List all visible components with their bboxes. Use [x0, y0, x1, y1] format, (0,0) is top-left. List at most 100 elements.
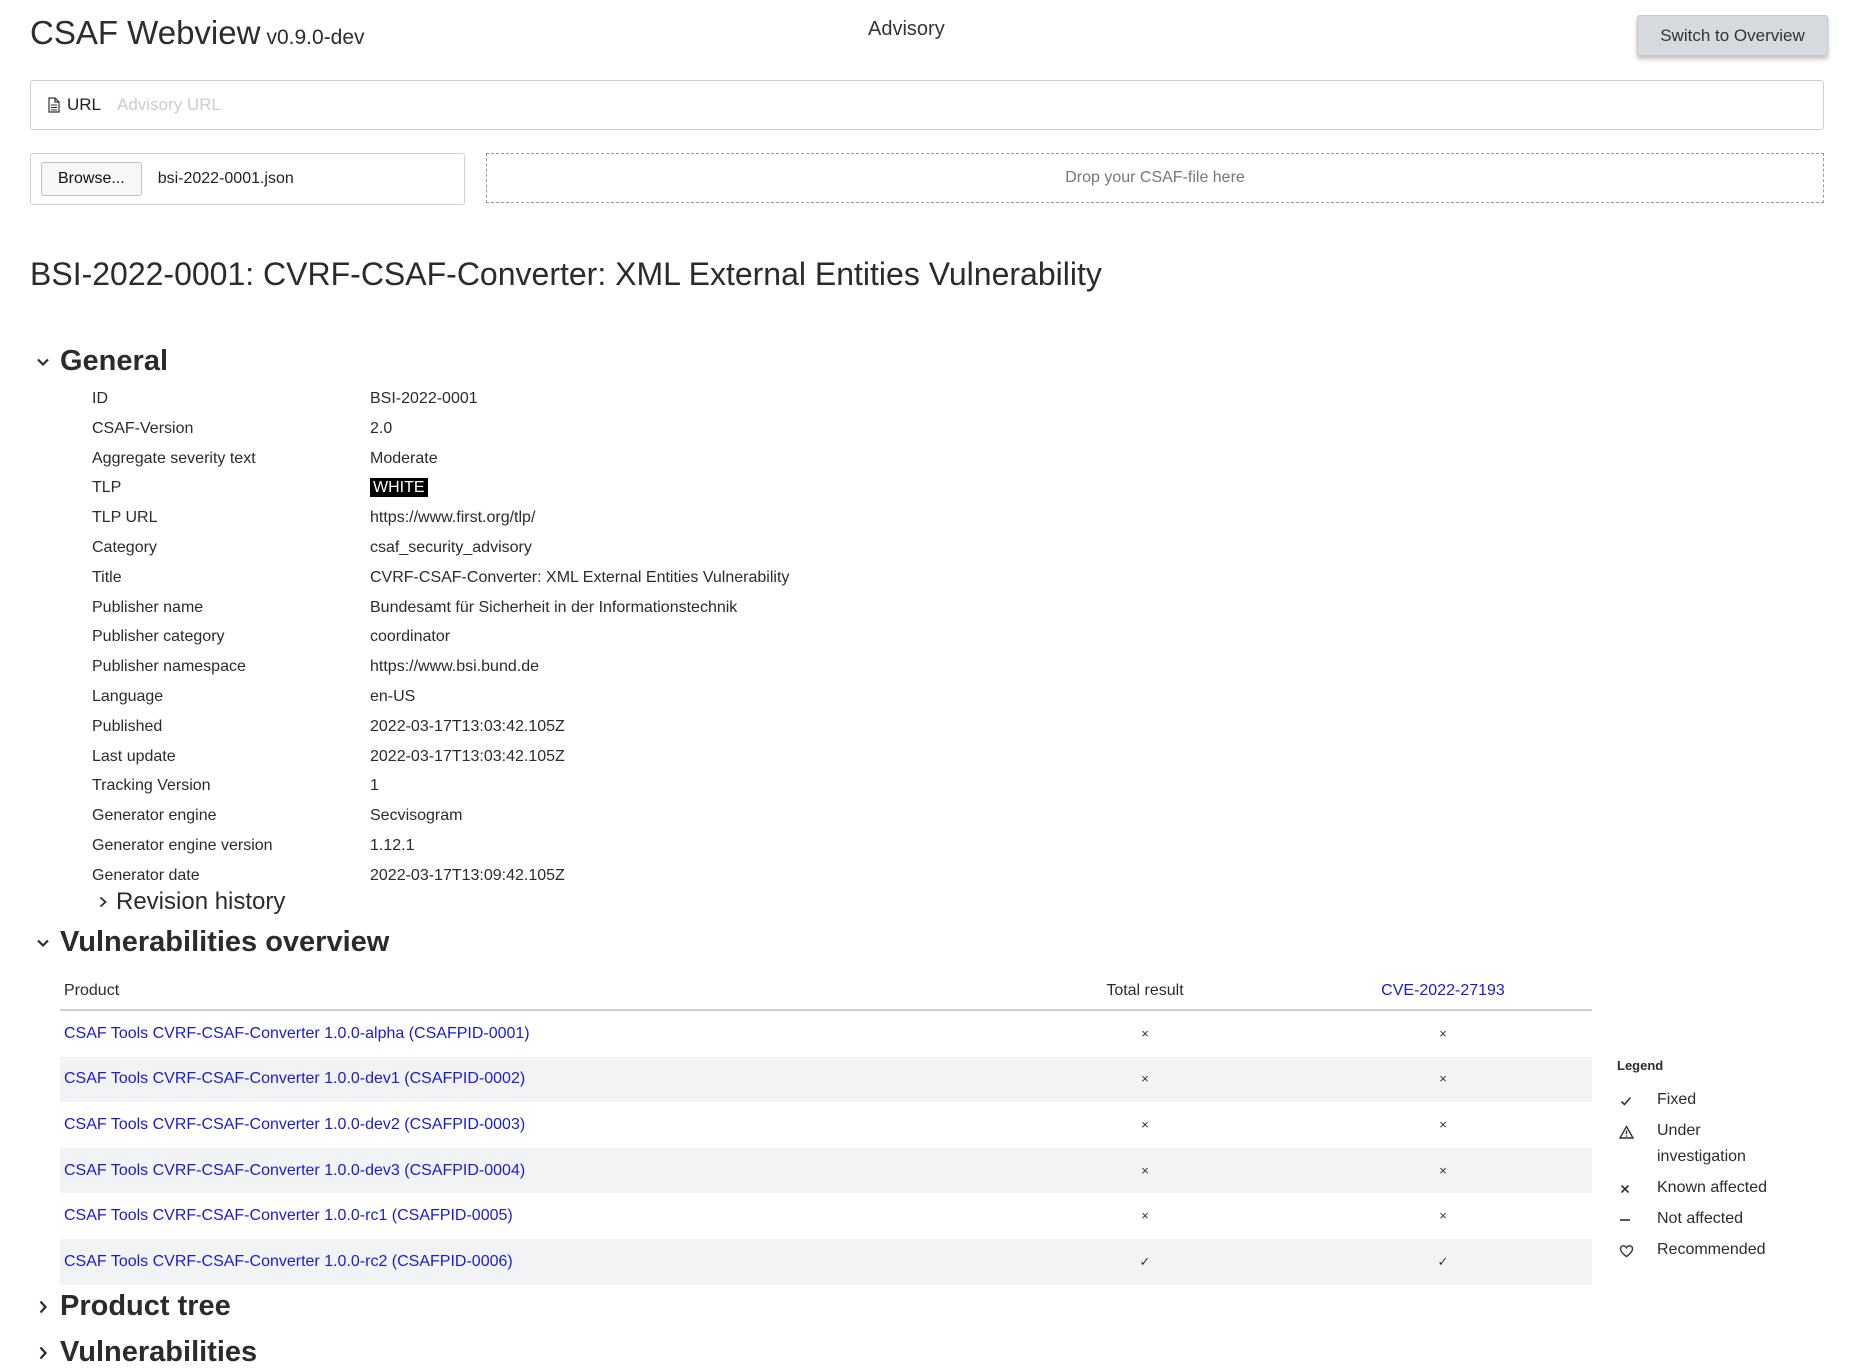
detail-value: 2022-03-17T13:03:42.105Z	[370, 717, 565, 735]
chevron-right-icon	[39, 1346, 47, 1359]
url-bar: URL	[30, 80, 1824, 130]
detail-value: en-US	[370, 687, 416, 705]
table-header-row: Product Total result CVE-2022-27193	[60, 972, 1592, 1011]
section-toggle-product-tree[interactable]: Product tree	[34, 1290, 231, 1323]
url-label: URL	[67, 95, 102, 114]
product-cell: CSAF Tools CVRF-CSAF-Converter 1.0.0-alp…	[60, 1010, 996, 1057]
heart-icon	[1619, 1245, 1634, 1258]
detail-value: 1.12.1	[370, 836, 415, 854]
legend-label: Not affected	[1657, 1210, 1743, 1227]
file-drop-zone[interactable]: Drop your CSAF-file here	[486, 153, 1824, 203]
section-toggle-vulnerabilities-overview[interactable]: Vulnerabilities overview	[34, 926, 389, 959]
chevron-down-icon	[37, 939, 49, 947]
section-title: Vulnerabilities	[60, 1336, 258, 1368]
chevron-right-icon	[39, 1300, 47, 1313]
cross-icon	[1620, 1185, 1630, 1194]
legend-item-known-affected: Known affected	[1617, 1175, 1837, 1201]
section-title: Vulnerabilities overview	[60, 926, 390, 958]
legend-title: Legend	[1617, 1058, 1664, 1073]
detail-label: Language	[92, 687, 164, 705]
cve-link[interactable]: CVE-2022-27193	[1381, 982, 1505, 999]
known-affected-icon: ×	[1439, 1208, 1447, 1224]
column-header-cve[interactable]: CVE-2022-27193	[1294, 972, 1592, 1011]
known-affected-icon: ×	[1439, 1116, 1447, 1132]
tlp-value: WHITE	[370, 473, 428, 503]
page-label: Advisory	[868, 18, 945, 40]
document-title: BSI-2022-0001: CVRF-CSAF-Converter: XML …	[30, 256, 1102, 292]
warning-triangle-icon	[1618, 1125, 1635, 1139]
cve-status-cell: ×	[1294, 1056, 1592, 1103]
detail-value: CVRF-CSAF-Converter: XML External Entiti…	[370, 568, 790, 586]
detail-label: Tracking Version	[92, 777, 211, 795]
detail-label: Publisher name	[92, 598, 204, 616]
legend-label: Recommended	[1657, 1241, 1766, 1258]
product-link[interactable]: CSAF Tools CVRF-CSAF-Converter 1.0.0-dev…	[64, 1070, 525, 1087]
fixed-icon: ✓	[1139, 1253, 1151, 1269]
legend-item-under-investigation: Under investigation	[1617, 1118, 1837, 1170]
total-result-cell: ×	[996, 1056, 1294, 1103]
detail-value: coordinator	[370, 628, 451, 646]
detail-value: Secvisogram	[370, 807, 463, 825]
product-cell: CSAF Tools CVRF-CSAF-Converter 1.0.0-dev…	[60, 1056, 996, 1103]
app-name: CSAF Webview	[30, 14, 261, 51]
product-link[interactable]: CSAF Tools CVRF-CSAF-Converter 1.0.0-dev…	[64, 1162, 525, 1179]
detail-label: Last update	[92, 747, 176, 765]
product-link[interactable]: CSAF Tools CVRF-CSAF-Converter 1.0.0-rc2…	[64, 1253, 513, 1270]
file-picker: Browse... bsi-2022-0001.json	[30, 153, 465, 205]
detail-value: Moderate	[370, 449, 438, 467]
revision-history-toggle[interactable]: Revision history	[96, 888, 285, 916]
legend-item-not-affected: Not affected	[1617, 1206, 1837, 1232]
cve-status-cell: ×	[1294, 1147, 1592, 1194]
detail-label: Generator engine version	[92, 836, 273, 854]
switch-to-overview-button[interactable]: Switch to Overview	[1637, 15, 1828, 56]
chevron-down-icon	[37, 358, 49, 366]
known-affected-icon: ×	[1439, 1025, 1447, 1041]
detail-value: 1	[370, 777, 379, 795]
app-title: CSAF Webview v0.9.0-dev	[30, 14, 365, 52]
section-toggle-general[interactable]: General	[34, 345, 168, 378]
fixed-icon: ✓	[1437, 1253, 1449, 1269]
table-row: CSAF Tools CVRF-CSAF-Converter 1.0.0-dev…	[60, 1056, 1592, 1103]
detail-label: TLP	[92, 479, 122, 497]
product-cell: CSAF Tools CVRF-CSAF-Converter 1.0.0-rc1…	[60, 1193, 996, 1239]
known-affected-icon: ×	[1141, 1162, 1149, 1178]
cve-status-cell: ×	[1294, 1102, 1592, 1148]
detail-value: BSI-2022-0001	[370, 390, 478, 407]
detail-label: Category	[92, 538, 157, 556]
selected-file-name: bsi-2022-0001.json	[157, 170, 294, 187]
section-title: General	[60, 345, 168, 377]
document-icon	[48, 97, 60, 113]
detail-label: Publisher category	[92, 628, 225, 646]
section-toggle-vulnerabilities[interactable]: Vulnerabilities	[34, 1336, 257, 1369]
cve-status-cell: ×	[1294, 1193, 1592, 1239]
advisory-url-input[interactable]	[115, 89, 1823, 121]
known-affected-icon: ×	[1141, 1071, 1149, 1087]
tlp-url-link[interactable]: https://www.first.org/tlp/	[370, 503, 535, 533]
table-row: CSAF Tools CVRF-CSAF-Converter 1.0.0-dev…	[60, 1147, 1592, 1194]
product-link[interactable]: CSAF Tools CVRF-CSAF-Converter 1.0.0-rc1…	[64, 1207, 513, 1224]
detail-label: ID	[92, 390, 108, 407]
detail-label: Generator date	[92, 866, 200, 884]
browse-button[interactable]: Browse...	[41, 162, 142, 196]
table-row: CSAF Tools CVRF-CSAF-Converter 1.0.0-alp…	[60, 1010, 1592, 1057]
total-result-cell: ×	[996, 1102, 1294, 1148]
product-link[interactable]: CSAF Tools CVRF-CSAF-Converter 1.0.0-alp…	[64, 1025, 530, 1042]
detail-value: 2022-03-17T13:09:42.105Z	[370, 866, 565, 884]
section-title: Product tree	[60, 1290, 231, 1322]
legend-item-fixed: Fixed	[1617, 1087, 1837, 1113]
cve-status-cell: ×	[1294, 1010, 1592, 1057]
detail-label: Aggregate severity text	[92, 449, 256, 467]
total-result-cell: ×	[996, 1010, 1294, 1057]
product-cell: CSAF Tools CVRF-CSAF-Converter 1.0.0-dev…	[60, 1102, 996, 1148]
drop-zone-label: Drop your CSAF-file here	[1065, 169, 1245, 186]
app-version: v0.9.0-dev	[266, 26, 365, 49]
subsection-title: Revision history	[116, 888, 286, 915]
product-link[interactable]: CSAF Tools CVRF-CSAF-Converter 1.0.0-dev…	[64, 1116, 525, 1133]
total-result-cell: ×	[996, 1193, 1294, 1239]
table-row: CSAF Tools CVRF-CSAF-Converter 1.0.0-rc2…	[60, 1238, 1592, 1285]
total-result-cell: ✓	[996, 1238, 1294, 1285]
known-affected-icon: ×	[1439, 1162, 1447, 1178]
column-header-product: Product	[60, 972, 996, 1011]
cve-status-cell: ✓	[1294, 1238, 1592, 1285]
table-row: CSAF Tools CVRF-CSAF-Converter 1.0.0-rc1…	[60, 1193, 1592, 1239]
